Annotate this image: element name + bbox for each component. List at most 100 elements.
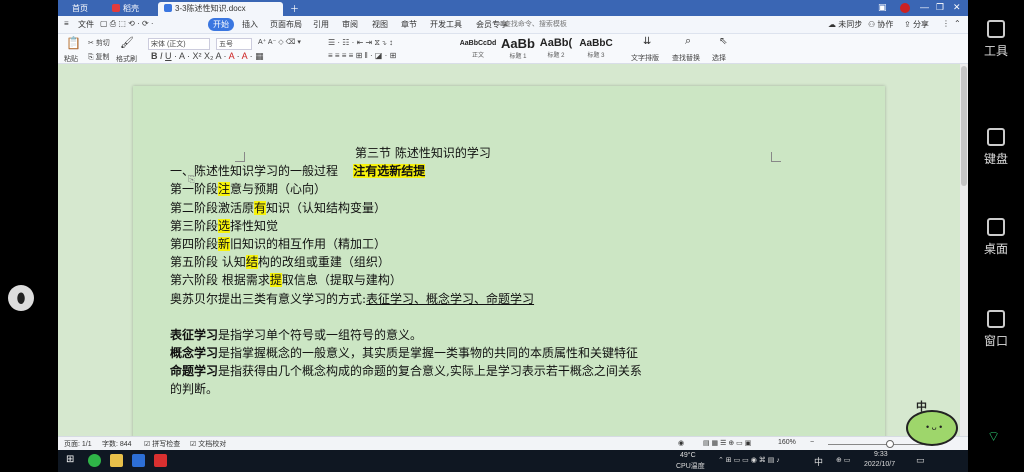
- app-icon[interactable]: [132, 454, 145, 467]
- notification-icon[interactable]: ▭: [916, 455, 925, 466]
- format-painter-icon[interactable]: 🖌: [120, 36, 134, 49]
- cut-label: 剪切: [95, 40, 110, 47]
- minimize-icon[interactable]: —: [920, 2, 929, 12]
- avatar[interactable]: [900, 3, 910, 13]
- doc-text-run: 奥苏贝尔提出三类有意义学习的方式:: [170, 291, 367, 306]
- doc-line: 命题学习是指获得由几个概念构成的命题的复合意义,实际上是学习表示若干概念之间关系: [170, 362, 710, 380]
- command-search[interactable]: ⌕ 查找命令、搜索模板: [498, 19, 608, 31]
- font-tools[interactable]: A⁺ A⁻ ◇ ⌫ ▾: [258, 38, 301, 46]
- page-count[interactable]: 页面: 1/1: [64, 439, 92, 449]
- font-name-select[interactable]: 宋体 (正文): [148, 38, 210, 50]
- menu-reference[interactable]: 引用: [313, 19, 329, 30]
- hamburger-icon[interactable]: ≡: [64, 19, 69, 28]
- menu-insert[interactable]: 插入: [242, 19, 258, 30]
- copy-button[interactable]: ⎘ 复制: [88, 52, 110, 62]
- highlight-text: 注有选新结提: [353, 164, 426, 179]
- search-placeholder: 查找命令、搜索模板: [503, 21, 567, 28]
- doc-line: 表征学习是指学习单个符号或一组符号的意义。: [170, 326, 710, 344]
- tab-home-label: 首页: [72, 4, 88, 13]
- wechat-icon[interactable]: [88, 454, 101, 467]
- cut-button[interactable]: ✂ 剪切: [88, 38, 110, 48]
- restore-icon[interactable]: ❐: [936, 2, 944, 13]
- desktop-button[interactable]: 桌面: [968, 218, 1024, 257]
- text-arrange-label[interactable]: 文字排版: [631, 53, 659, 63]
- font-size-select[interactable]: 五号: [216, 38, 252, 50]
- menu-chapter[interactable]: 章节: [401, 19, 417, 30]
- paste-icon[interactable]: 📋: [66, 36, 81, 50]
- tray-icons[interactable]: ⌃ ⊞ ▭ ▭ ◉ ⌘ ▤ ♪: [718, 456, 780, 464]
- style-normal[interactable]: AaBbCcDd 正文: [458, 36, 498, 62]
- folder-icon[interactable]: [110, 454, 123, 467]
- collab-button[interactable]: ⚇ 协作: [868, 19, 893, 30]
- doc-text-run: 一、陈述性知识学习的一般过程: [170, 164, 339, 179]
- doc-text-run: 第六阶段 根据需求: [170, 273, 270, 288]
- style-heading3[interactable]: AaBbC 标题 3: [576, 36, 616, 62]
- style-heading1[interactable]: AaBb 标题 1: [500, 36, 536, 62]
- tab-app[interactable]: 稻壳: [106, 2, 145, 16]
- more-icon[interactable]: ⋮: [942, 19, 950, 28]
- keyboard-button[interactable]: 键盘: [968, 128, 1024, 167]
- doc-line: 第三阶段选择性知觉: [170, 217, 710, 235]
- tab-document[interactable]: 3-3陈述性知识.docx: [158, 2, 283, 16]
- spell-label: 拼写检查: [152, 441, 181, 448]
- zoom-out-icon[interactable]: −: [810, 439, 814, 446]
- doc-text-run: 是指获得由几个概念构成的命题的复合意义,实际上是学习表示若干概念之间关系: [218, 364, 642, 379]
- mouse-icon[interactable]: ⬮: [8, 285, 34, 311]
- menu-start[interactable]: 开始: [208, 18, 234, 31]
- ime-indicator[interactable]: 中: [814, 455, 823, 468]
- menu-dev[interactable]: 开发工具: [430, 19, 462, 30]
- eye-protect-icon[interactable]: ◉: [678, 439, 684, 447]
- text-arrange-icon[interactable]: ⇊: [643, 36, 651, 47]
- doc-text-run: 的判断。: [170, 382, 219, 397]
- sync-status[interactable]: ☁ 未同步: [828, 19, 862, 30]
- select-icon[interactable]: ⇖: [719, 36, 727, 47]
- vertical-scrollbar[interactable]: [960, 64, 968, 436]
- close-icon[interactable]: ✕: [953, 2, 961, 13]
- find-replace-label[interactable]: 查找替换: [672, 53, 700, 63]
- align-tools[interactable]: ≡ ≡ ≡ ≡ ⊞ ‖ · ◪ · ⊞: [328, 51, 396, 60]
- collapse-icon[interactable]: ⌃: [954, 19, 961, 28]
- windows-start-icon[interactable]: ⊞: [66, 454, 79, 467]
- underlined-text: 表征学习、概念学习、命题学习: [366, 291, 535, 306]
- style-heading2[interactable]: AaBb(标题 2: [538, 36, 574, 62]
- tab-list-icon[interactable]: ▣: [878, 2, 887, 13]
- document-text[interactable]: 第三节 陈述性知识的学习 一、陈述性知识学习的一般过程 注有选新结提 第一阶段注…: [170, 144, 710, 399]
- paste-label[interactable]: 粘贴: [64, 54, 78, 64]
- menu-view[interactable]: 视图: [372, 19, 388, 30]
- spell-check[interactable]: ☑ 拼写检查: [144, 439, 180, 449]
- wifi-icon[interactable]: ⌔: [987, 428, 1005, 444]
- word-count[interactable]: 字数: 844: [102, 439, 132, 449]
- clock-date[interactable]: 2022/10/7: [864, 461, 895, 468]
- tools-button[interactable]: 工具: [968, 20, 1024, 59]
- menu-layout[interactable]: 页面布局: [270, 19, 302, 30]
- view-mode-icons[interactable]: ▤ ▦ ☰ ⊕ ▭ ▣: [703, 439, 751, 447]
- share-button[interactable]: ⇪ 分享: [904, 19, 929, 30]
- wps-icon[interactable]: [154, 454, 167, 467]
- doc-proof[interactable]: ☑ 文档校对: [190, 439, 226, 449]
- bold-term: 表征学习: [170, 327, 219, 342]
- ribbon: 📋 粘贴 ✂ 剪切 ⎘ 复制 🖌 格式刷 宋体 (正文) 五号 A⁺ A⁻ ◇ …: [58, 34, 968, 64]
- share-label: 分享: [912, 20, 929, 29]
- menu-review[interactable]: 审阅: [342, 19, 358, 30]
- text-format-tools[interactable]: B I U · A · X² X₂ A · A · A · ▦: [151, 51, 264, 62]
- select-label[interactable]: 选择: [712, 53, 726, 63]
- scroll-thumb[interactable]: [961, 66, 967, 186]
- save-icon[interactable]: ▢ ⎙ ⬚ ⟲ · ⟳ ·: [100, 19, 154, 29]
- zoom-slider-knob[interactable]: [886, 440, 894, 448]
- clock-time[interactable]: 9:33: [874, 451, 888, 458]
- tab-app-label: 稻壳: [123, 4, 139, 13]
- tab-doc-label: 3-3陈述性知识.docx: [175, 4, 246, 13]
- format-painter-label[interactable]: 格式刷: [116, 54, 137, 64]
- zoom-value[interactable]: 160%: [778, 439, 796, 446]
- new-tab-icon[interactable]: ＋: [290, 2, 299, 15]
- doc-text-run: 第四阶段: [170, 236, 219, 251]
- menu-file[interactable]: 文件: [78, 19, 94, 30]
- tab-home[interactable]: 首页: [66, 2, 94, 16]
- right-panel: 工具 键盘 桌面 窗口: [968, 0, 1024, 472]
- doc-line: 第五阶段 认知结构的改组或重建（组织）: [170, 253, 710, 271]
- paragraph-tools[interactable]: ☰ · ☷ · ⇤ ⇥ ⧖ ⤵ ↕: [328, 38, 393, 48]
- tray-misc-icons[interactable]: ⊕ ▭: [836, 456, 850, 464]
- find-icon[interactable]: ⌕: [685, 35, 691, 48]
- style-heading3-name: 标题 3: [587, 53, 605, 59]
- window-button[interactable]: 窗口: [968, 310, 1024, 349]
